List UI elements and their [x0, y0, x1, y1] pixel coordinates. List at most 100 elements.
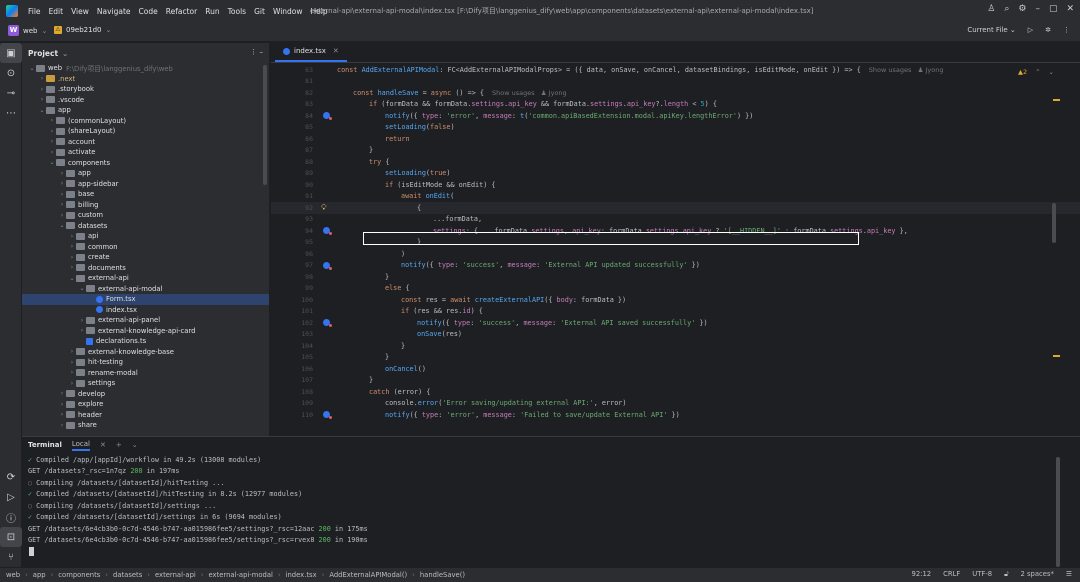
tree-folder[interactable]: ›api	[22, 231, 269, 242]
code-line[interactable]: 86return	[271, 133, 1080, 145]
tree-folder[interactable]: ›documents	[22, 263, 269, 274]
line-number[interactable]: 109	[271, 399, 319, 407]
gutter[interactable]	[319, 352, 337, 364]
gutter[interactable]	[319, 294, 337, 306]
expand-arrow-icon[interactable]: ⌄	[48, 159, 56, 166]
code-line[interactable]: 103onSave(res)	[271, 329, 1080, 341]
code-line[interactable]: 110notify({ type: 'error', message: 'Fai…	[271, 409, 1080, 421]
chevron-down-icon[interactable]: ⌄	[132, 441, 138, 449]
close-icon[interactable]: ✕	[1066, 4, 1074, 14]
breadcrumb-item[interactable]: external-api-modal	[209, 571, 273, 579]
code-line[interactable]: 88try {	[271, 156, 1080, 168]
code-line[interactable]: 81	[271, 76, 1080, 88]
implementation-marker-icon[interactable]	[323, 411, 330, 418]
implementation-marker-icon[interactable]	[323, 112, 330, 119]
line-number[interactable]: 63	[271, 66, 319, 74]
line-number[interactable]: 94	[271, 227, 319, 235]
collapse-arrow-icon[interactable]: ›	[58, 390, 66, 397]
menu-item-tools[interactable]: Tools	[228, 7, 246, 16]
tree-folder[interactable]: ›external-knowledge-base	[22, 347, 269, 358]
menu-item-edit[interactable]: Edit	[49, 7, 64, 16]
more-tools-icon[interactable]: ⋯	[0, 103, 22, 123]
gutter[interactable]	[319, 271, 337, 283]
usage-hint[interactable]: Show usages ♟ Jyong	[869, 66, 944, 74]
notifications-icon[interactable]: ☰	[1066, 570, 1072, 579]
implementation-marker-icon[interactable]	[323, 319, 330, 326]
breadcrumb-item[interactable]: app	[33, 571, 46, 579]
line-number[interactable]: 82	[271, 89, 319, 97]
collapse-arrow-icon[interactable]: ›	[48, 149, 56, 156]
code-line[interactable]: 84notify({ type: 'error', message: t('co…	[271, 110, 1080, 122]
gutter[interactable]	[319, 398, 337, 410]
tree-folder[interactable]: ⌄app	[22, 105, 269, 116]
collapse-arrow-icon[interactable]: ›	[78, 327, 86, 334]
menu-item-file[interactable]: File	[28, 7, 41, 16]
line-number[interactable]: 93	[271, 215, 319, 223]
intention-bulb-icon[interactable]: 💡︎	[321, 203, 327, 213]
expand-arrow-icon[interactable]: ⌄	[58, 222, 66, 229]
tree-folder[interactable]: ›hit-testing	[22, 357, 269, 368]
expand-arrow-icon[interactable]: ⌄	[78, 285, 86, 292]
menu-item-navigate[interactable]: Navigate	[97, 7, 131, 16]
project-panel-header[interactable]: Project ⌄	[22, 43, 269, 63]
line-number[interactable]: 108	[271, 388, 319, 396]
gutter[interactable]	[319, 168, 337, 180]
gutter[interactable]	[319, 375, 337, 387]
collapse-arrow-icon[interactable]: ›	[78, 317, 86, 324]
implementation-marker-icon[interactable]	[323, 227, 330, 234]
gutter[interactable]	[319, 225, 337, 237]
tree-folder[interactable]: ⌄webF:\Dify项目\langgenius_dify\web	[22, 63, 269, 74]
implementation-marker-icon[interactable]	[323, 262, 330, 269]
code-line[interactable]: 99else {	[271, 283, 1080, 295]
menu-item-run[interactable]: Run	[205, 7, 219, 16]
menu-item-code[interactable]: Code	[139, 7, 158, 16]
collapse-arrow-icon[interactable]: ›	[68, 369, 76, 376]
tree-folder[interactable]: ›header	[22, 410, 269, 421]
gutter[interactable]	[319, 260, 337, 272]
tree-folder[interactable]: ›common	[22, 242, 269, 253]
more-actions-icon[interactable]: ⋮	[1063, 26, 1070, 34]
indent-setting[interactable]: 2 spaces*	[1021, 570, 1054, 579]
collapse-arrow-icon[interactable]: ›	[68, 348, 76, 355]
plugins-icon[interactable]: ⟳	[0, 467, 22, 487]
vcs-branch-selector[interactable]: ⚠ 09eb21d0 ⌄	[54, 26, 111, 34]
line-number[interactable]: 84	[271, 112, 319, 120]
breadcrumb-item[interactable]: AddExternalAPIModal()	[329, 571, 407, 579]
tree-folder[interactable]: ›.storybook	[22, 84, 269, 95]
close-tab-icon[interactable]: ✕	[333, 47, 339, 55]
caret-position[interactable]: 92:12	[912, 570, 932, 579]
run-icon[interactable]: ▷	[1028, 26, 1033, 34]
tree-folder[interactable]: ›rename-modal	[22, 368, 269, 379]
menu-item-view[interactable]: View	[71, 7, 89, 16]
tree-folder[interactable]: ⌄components	[22, 158, 269, 169]
gutter[interactable]	[319, 76, 337, 88]
editor-scrollbar[interactable]	[1052, 203, 1056, 243]
code-line[interactable]: 94settings: { ...formData.settings, api_…	[271, 225, 1080, 237]
expand-arrow-icon[interactable]: ⌄	[38, 107, 46, 114]
code-line[interactable]: 101if (res && res.id) {	[271, 306, 1080, 318]
code-line[interactable]: 90if (isEditMode && onEdit) {	[271, 179, 1080, 191]
gutter[interactable]	[319, 363, 337, 375]
tree-folder[interactable]: ›external-api-panel	[22, 315, 269, 326]
gutter[interactable]	[319, 340, 337, 352]
settings-gear-icon[interactable]: ⚙	[1018, 4, 1026, 14]
gutter[interactable]	[319, 110, 337, 122]
webstorm-logo-icon[interactable]	[6, 5, 18, 17]
gutter[interactable]	[319, 214, 337, 226]
tree-scrollbar[interactable]	[263, 65, 267, 185]
line-number[interactable]: 110	[271, 411, 319, 419]
collapse-arrow-icon[interactable]: ›	[38, 96, 46, 103]
tree-folder[interactable]: ›base	[22, 189, 269, 200]
collapse-arrow-icon[interactable]: ›	[38, 75, 46, 82]
tree-folder[interactable]: ›app-sidebar	[22, 179, 269, 190]
git-icon[interactable]: ⊸	[0, 83, 22, 103]
line-number[interactable]: 85	[271, 123, 319, 131]
expand-arrow-icon[interactable]: ⌄	[68, 275, 76, 282]
line-number[interactable]: 101	[271, 307, 319, 315]
line-number[interactable]: 97	[271, 261, 319, 269]
code-line[interactable]: 108catch (error) {	[271, 386, 1080, 398]
minimize-icon[interactable]: –	[1035, 4, 1040, 14]
code-line[interactable]: 89setLoading(true)	[271, 168, 1080, 180]
gutter[interactable]	[319, 145, 337, 157]
tree-folder[interactable]: ›share	[22, 420, 269, 431]
